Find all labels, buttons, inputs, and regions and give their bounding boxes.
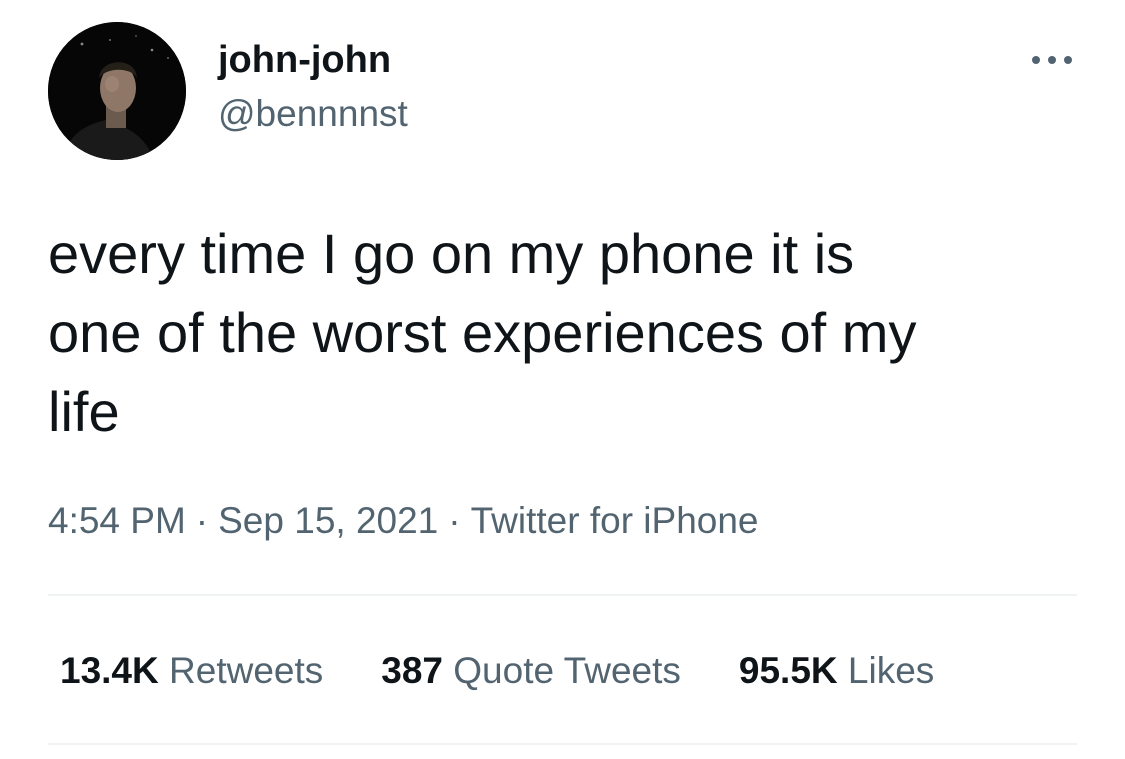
display-name[interactable]: john-john [218,36,408,84]
retweets-label: Retweets [169,650,324,691]
retweets-count: 13.4K [60,650,159,691]
tweet-text: every time I go on my phone it is one of… [48,222,917,443]
more-horizontal-icon [1032,56,1072,64]
tweet-meta: 4:54 PM · Sep 15, 2021 · Twitter for iPhone [48,496,759,546]
user-info: john-john @bennnnst [218,36,408,138]
quote-tweets-label: Quote Tweets [453,650,681,691]
avatar[interactable] [48,22,186,160]
divider [48,743,1077,745]
likes-label: Likes [847,650,935,691]
user-handle[interactable]: @bennnnst [218,90,408,138]
more-options-button[interactable] [1024,46,1080,74]
likes-stat[interactable]: 95.5K Likes [739,646,934,696]
tweet-time[interactable]: 4:54 PM [48,500,186,541]
tweet-date[interactable]: Sep 15, 2021 [218,500,438,541]
engagement-stats: 13.4K Retweets 387 Quote Tweets 95.5K Li… [60,646,934,696]
quote-tweets-count: 387 [381,650,443,691]
quote-tweets-stat[interactable]: 387 Quote Tweets [381,646,681,696]
tweet-card: john-john @bennnnst every time I go on m… [0,0,1125,759]
meta-separator: · [448,500,461,541]
avatar-photo [48,22,186,160]
tweet-source[interactable]: Twitter for iPhone [471,500,759,541]
meta-separator: · [195,500,209,541]
retweets-stat[interactable]: 13.4K Retweets [60,646,323,696]
likes-count: 95.5K [738,650,838,691]
divider [48,594,1077,596]
